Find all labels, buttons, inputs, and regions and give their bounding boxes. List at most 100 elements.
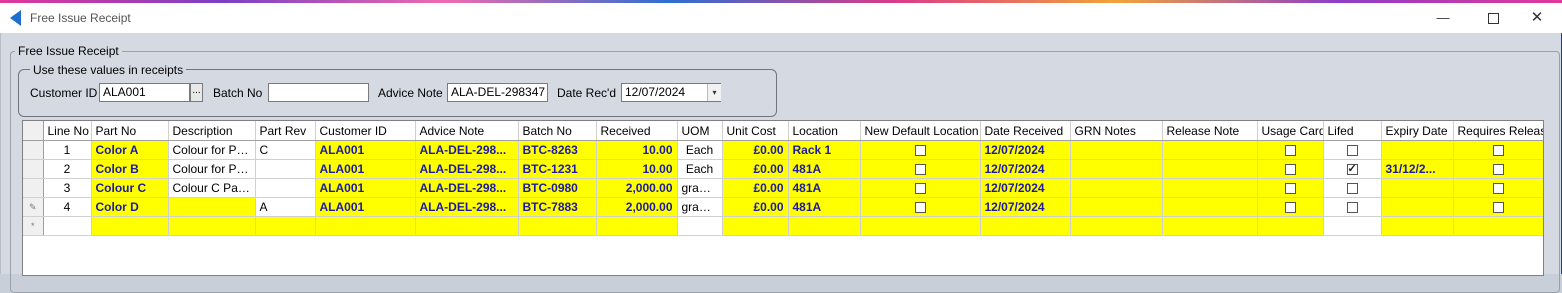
cell-description[interactable]: Colour for Plasti... bbox=[168, 159, 256, 179]
column-header-usage-card[interactable]: Usage Card bbox=[1257, 121, 1324, 141]
column-header-line-no[interactable]: Line No bbox=[43, 121, 92, 141]
cell-new-default-location[interactable] bbox=[860, 197, 981, 217]
cell-usage-card[interactable] bbox=[1257, 216, 1324, 236]
customer-id-input[interactable]: ALA001 bbox=[99, 83, 190, 102]
cell-part-rev[interactable]: C bbox=[255, 140, 316, 160]
column-header-description[interactable]: Description bbox=[168, 121, 256, 141]
cell-description[interactable] bbox=[168, 197, 256, 217]
cell-expiry-date[interactable] bbox=[1381, 216, 1454, 236]
cell-batch-no[interactable]: BTC-0980 bbox=[518, 178, 597, 198]
cell-location[interactable]: 481A bbox=[788, 159, 861, 179]
table-row[interactable]: 1 Color A Colour for Plas... C ALA001 AL… bbox=[23, 140, 1543, 160]
cell-usage-card[interactable] bbox=[1257, 178, 1324, 198]
cell-release-note[interactable] bbox=[1162, 216, 1258, 236]
cell-date-received[interactable] bbox=[980, 216, 1071, 236]
requires-release-checkbox[interactable] bbox=[1492, 164, 1504, 176]
cell-customer-id[interactable]: ALA001 bbox=[315, 159, 416, 179]
column-header-date-received[interactable]: Date Received bbox=[980, 121, 1071, 141]
cell-uom[interactable]: Each bbox=[677, 159, 723, 179]
cell-location[interactable] bbox=[788, 216, 861, 236]
cell-customer-id[interactable]: ALA001 bbox=[315, 178, 416, 198]
cell-advice-note[interactable]: ALA-DEL-298... bbox=[415, 140, 519, 160]
cell-lifed[interactable] bbox=[1323, 216, 1382, 236]
column-header-expiry-date[interactable]: Expiry Date bbox=[1381, 121, 1454, 141]
cell-expiry-date[interactable]: 31/12/2... bbox=[1381, 159, 1454, 179]
column-header-part-no[interactable]: Part No bbox=[91, 121, 169, 141]
column-header-part-rev[interactable]: Part Rev bbox=[255, 121, 316, 141]
cell-line-no[interactable]: 4 bbox=[43, 197, 92, 217]
receipt-lines-grid[interactable]: Line No Part No Description Part Rev Cus… bbox=[22, 120, 1544, 276]
cell-unit-cost[interactable]: £0.00 bbox=[722, 178, 789, 198]
cell-expiry-date[interactable] bbox=[1381, 140, 1454, 160]
cell-usage-card[interactable] bbox=[1257, 140, 1324, 160]
cell-release-note[interactable] bbox=[1162, 178, 1258, 198]
cell-requires-release[interactable] bbox=[1453, 159, 1543, 179]
cell-customer-id[interactable] bbox=[315, 216, 416, 236]
lifed-checkbox[interactable] bbox=[1346, 145, 1358, 157]
cell-line-no[interactable]: 3 bbox=[43, 178, 92, 198]
column-header-requires-release[interactable]: Requires Release bbox=[1453, 121, 1543, 141]
cell-grn-notes[interactable] bbox=[1070, 197, 1163, 217]
column-header-customer-id[interactable]: Customer ID bbox=[315, 121, 416, 141]
cell-new-default-location[interactable] bbox=[860, 178, 981, 198]
column-header-batch-no[interactable]: Batch No bbox=[518, 121, 597, 141]
new-default-location-checkbox[interactable] bbox=[914, 202, 926, 214]
cell-batch-no[interactable]: BTC-8263 bbox=[518, 140, 597, 160]
cell-lifed[interactable] bbox=[1323, 197, 1382, 217]
cell-received[interactable] bbox=[596, 216, 678, 236]
column-header-new-default-location[interactable]: New Default Location bbox=[860, 121, 981, 141]
cell-description[interactable]: Colour for Plas... bbox=[168, 140, 256, 160]
calendar-dropdown-icon[interactable]: ▾ bbox=[707, 84, 721, 101]
column-header-location[interactable]: Location bbox=[788, 121, 861, 141]
row-header[interactable] bbox=[23, 178, 44, 198]
cell-batch-no[interactable] bbox=[518, 216, 597, 236]
cell-date-received[interactable]: 12/07/2024 bbox=[980, 140, 1071, 160]
cell-expiry-date[interactable] bbox=[1381, 197, 1454, 217]
cell-uom[interactable]: gram... bbox=[677, 178, 723, 198]
cell-batch-no[interactable]: BTC-7883 bbox=[518, 197, 597, 217]
cell-new-default-location[interactable] bbox=[860, 140, 981, 160]
cell-uom[interactable]: gram... bbox=[677, 197, 723, 217]
requires-release-checkbox[interactable] bbox=[1492, 145, 1504, 157]
cell-location[interactable]: Rack 1 bbox=[788, 140, 861, 160]
cell-unit-cost[interactable]: £0.00 bbox=[722, 159, 789, 179]
cell-new-default-location[interactable] bbox=[860, 216, 981, 236]
date-received-picker[interactable]: 12/07/2024 bbox=[621, 83, 721, 102]
column-header-grn-notes[interactable]: GRN Notes bbox=[1070, 121, 1163, 141]
cell-advice-note[interactable]: ALA-DEL-298... bbox=[415, 178, 519, 198]
cell-part-rev[interactable]: A bbox=[255, 197, 316, 217]
cell-received[interactable]: 10.00 bbox=[596, 140, 678, 160]
cell-advice-note[interactable]: ALA-DEL-298... bbox=[415, 159, 519, 179]
lifed-checkbox-checked[interactable] bbox=[1346, 162, 1358, 176]
maximize-button[interactable] bbox=[1470, 3, 1516, 33]
column-header-lifed[interactable]: Lifed bbox=[1323, 121, 1382, 141]
cell-grn-notes[interactable] bbox=[1070, 159, 1163, 179]
requires-release-checkbox[interactable] bbox=[1492, 183, 1504, 195]
cell-requires-release[interactable] bbox=[1453, 178, 1543, 198]
row-header[interactable] bbox=[23, 140, 44, 160]
usage-card-checkbox[interactable] bbox=[1284, 164, 1296, 176]
cell-date-received[interactable]: 12/07/2024 bbox=[980, 197, 1071, 217]
cell-advice-note[interactable] bbox=[415, 216, 519, 236]
new-row[interactable]: * bbox=[23, 216, 1543, 236]
cell-part-no[interactable] bbox=[91, 216, 169, 236]
advice-note-input[interactable]: ALA-DEL-298347 bbox=[447, 83, 548, 102]
cell-description[interactable] bbox=[168, 216, 256, 236]
cell-line-no[interactable]: 2 bbox=[43, 159, 92, 179]
cell-usage-card[interactable] bbox=[1257, 159, 1324, 179]
row-header[interactable] bbox=[23, 159, 44, 179]
new-row-asterisk-icon[interactable]: * bbox=[23, 216, 44, 236]
cell-new-default-location[interactable] bbox=[860, 159, 981, 179]
cell-received[interactable]: 2,000.00 bbox=[596, 178, 678, 198]
cell-received[interactable]: 10.00 bbox=[596, 159, 678, 179]
table-row[interactable]: ✎ 4 Color D A ALA001 ALA-DEL-298... BTC-… bbox=[23, 197, 1543, 217]
cell-location[interactable]: 481A bbox=[788, 197, 861, 217]
new-default-location-checkbox[interactable] bbox=[914, 145, 926, 157]
column-header-unit-cost[interactable]: Unit Cost bbox=[722, 121, 789, 141]
close-button[interactable]: ✕ bbox=[1514, 3, 1560, 33]
requires-release-checkbox[interactable] bbox=[1492, 202, 1504, 214]
cell-batch-no[interactable]: BTC-1231 bbox=[518, 159, 597, 179]
cell-location[interactable]: 481A bbox=[788, 178, 861, 198]
cell-release-note[interactable] bbox=[1162, 197, 1258, 217]
cell-part-no[interactable]: Color D bbox=[91, 197, 169, 217]
